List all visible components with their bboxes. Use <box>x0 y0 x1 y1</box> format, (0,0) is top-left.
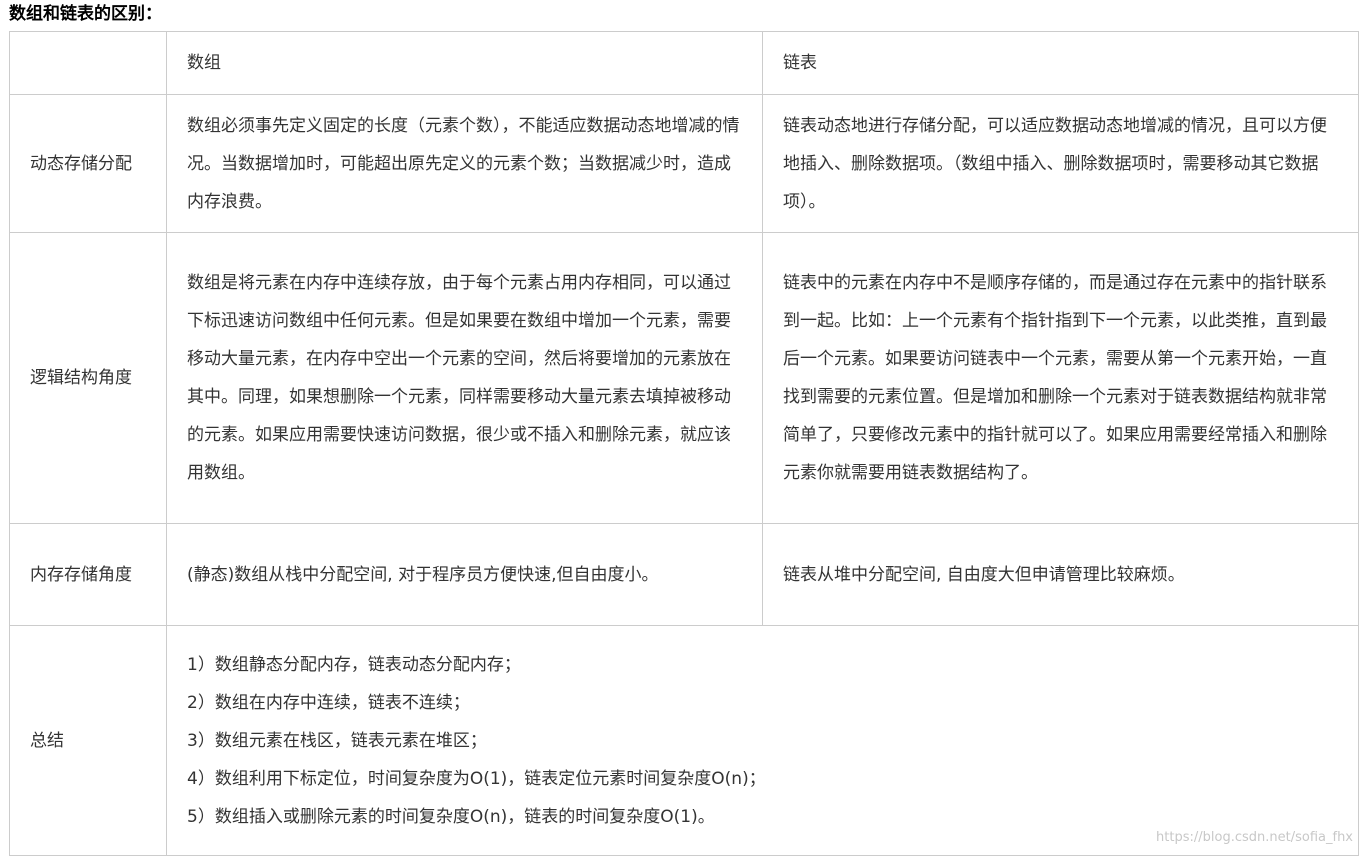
cell-list-logical-structure: 链表中的元素在内存中不是顺序存储的，而是通过存在元素中的指针联系到一起。比如：上… <box>762 232 1359 524</box>
summary-line: 1）数组静态分配内存，链表动态分配内存； <box>187 654 521 675</box>
watermark: https://blog.csdn.net/sofia_fhx <box>1156 830 1353 845</box>
cell-list-memory-storage: 链表从堆中分配空间, 自由度大但申请管理比较麻烦。 <box>762 523 1359 626</box>
cell-array-logical-structure: 数组是将元素在内存中连续存放，由于每个元素占用内存相同，可以通过下标迅速访问数组… <box>166 232 763 524</box>
summary-line: 4）数组利用下标定位，时间复杂度为O(1)，链表定位元素时间复杂度O(n)； <box>187 768 766 789</box>
table-header-row: 数组 链表 <box>9 31 1359 95</box>
row-label-logical-structure: 逻辑结构角度 <box>9 232 167 524</box>
page-title: 数组和链表的区别： <box>9 4 162 24</box>
row-label-dynamic-storage: 动态存储分配 <box>9 94 167 233</box>
summary-line: 3）数组元素在栈区，链表元素在堆区； <box>187 730 487 751</box>
cell-array-dynamic-storage: 数组必须事先定义固定的长度（元素个数），不能适应数据动态地增减的情况。当数据增加… <box>166 94 763 233</box>
summary-cell: 1）数组静态分配内存，链表动态分配内存； 2）数组在内存中连续，链表不连续； 3… <box>166 625 1359 856</box>
table-row-logical-structure: 逻辑结构角度 数组是将元素在内存中连续存放，由于每个元素占用内存相同，可以通过下… <box>9 232 1359 524</box>
row-label-memory-storage: 内存存储角度 <box>9 523 167 626</box>
cell-array-memory-storage: (静态)数组从栈中分配空间, 对于程序员方便快速,但自由度小。 <box>166 523 763 626</box>
table-row-memory-storage: 内存存储角度 (静态)数组从栈中分配空间, 对于程序员方便快速,但自由度小。 链… <box>9 523 1359 626</box>
cell-list-dynamic-storage: 链表动态地进行存储分配，可以适应数据动态地增减的情况，且可以方便地插入、删除数据… <box>762 94 1359 233</box>
comparison-table: 数组 链表 动态存储分配 数组必须事先定义固定的长度（元素个数），不能适应数据动… <box>9 31 1359 856</box>
table-row-summary: 总结 1）数组静态分配内存，链表动态分配内存； 2）数组在内存中连续，链表不连续… <box>9 625 1359 856</box>
summary-line: 2）数组在内存中连续，链表不连续； <box>187 692 470 713</box>
header-array-cell: 数组 <box>166 31 763 95</box>
header-corner-cell <box>9 31 167 95</box>
row-label-summary: 总结 <box>9 625 167 856</box>
table-row-dynamic-storage: 动态存储分配 数组必须事先定义固定的长度（元素个数），不能适应数据动态地增减的情… <box>9 94 1359 233</box>
header-list-cell: 链表 <box>762 31 1359 95</box>
